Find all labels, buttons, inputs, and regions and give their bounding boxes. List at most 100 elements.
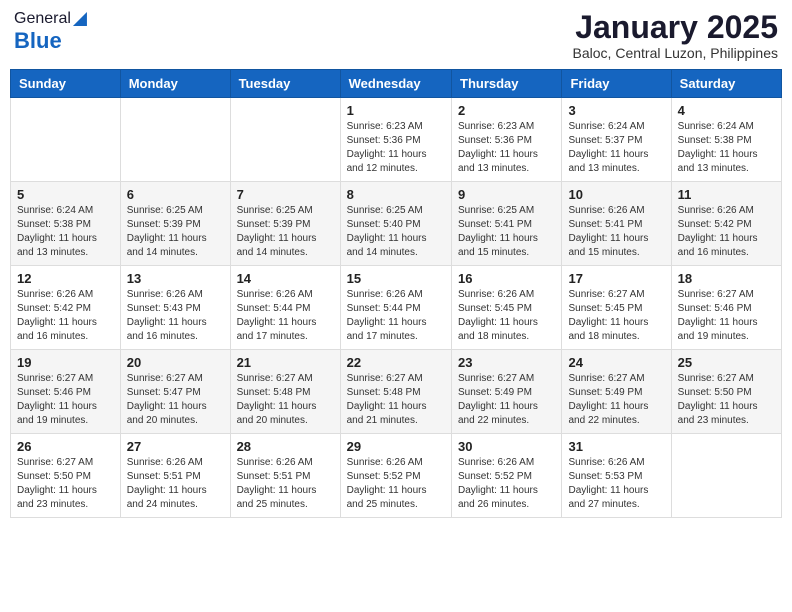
day-info: Sunrise: 6:27 AM Sunset: 5:48 PM Dayligh…	[347, 372, 445, 428]
day-info: Sunrise: 6:26 AM Sunset: 5:42 PM Dayligh…	[678, 204, 775, 260]
day-info: Sunrise: 6:27 AM Sunset: 5:49 PM Dayligh…	[458, 372, 555, 428]
calendar-cell: 25 Sunrise: 6:27 AM Sunset: 5:50 PM Dayli…	[671, 350, 781, 434]
calendar-cell	[120, 98, 230, 182]
calendar-cell: 24 Sunrise: 6:27 AM Sunset: 5:49 PM Dayli…	[562, 350, 671, 434]
calendar-table: SundayMondayTuesdayWednesdayThursdayFrid…	[10, 69, 782, 518]
calendar-cell: 3Sunrise: 6:24 AM Sunset: 5:37 PM Daylig…	[562, 98, 671, 182]
calendar-cell: 16 Sunrise: 6:26 AM Sunset: 5:45 PM Dayli…	[452, 266, 562, 350]
calendar-cell: 27 Sunrise: 6:26 AM Sunset: 5:51 PM Dayli…	[120, 434, 230, 518]
calendar-cell: 6 Sunrise: 6:25 AM Sunset: 5:39 PM Daylig…	[120, 182, 230, 266]
calendar-cell: 8 Sunrise: 6:25 AM Sunset: 5:40 PM Daylig…	[340, 182, 451, 266]
day-number: 3	[568, 103, 664, 118]
day-info: Sunrise: 6:24 AM Sunset: 5:38 PM Dayligh…	[17, 204, 114, 260]
day-number: 10	[568, 187, 664, 202]
day-number: 20	[127, 355, 224, 370]
calendar-week-row: 1 Sunrise: 6:23 AM Sunset: 5:36 PM Daylig…	[11, 98, 782, 182]
calendar-cell: 20 Sunrise: 6:27 AM Sunset: 5:47 PM Dayli…	[120, 350, 230, 434]
calendar-cell: 21 Sunrise: 6:27 AM Sunset: 5:48 PM Dayli…	[230, 350, 340, 434]
day-number: 4	[678, 103, 775, 118]
day-info: Sunrise: 6:27 AM Sunset: 5:48 PM Dayligh…	[237, 372, 334, 428]
day-info: Sunrise: 6:27 AM Sunset: 5:46 PM Dayligh…	[17, 372, 114, 428]
calendar-header-thursday: Thursday	[452, 70, 562, 98]
day-info: Sunrise: 6:23 AM Sunset: 5:36 PM Dayligh…	[347, 120, 445, 176]
page-subtitle: Baloc, Central Luzon, Philippines	[573, 45, 778, 61]
day-number: 31	[568, 439, 664, 454]
calendar-cell: 15Sunrise: 6:26 AM Sunset: 5:44 PM Dayli…	[340, 266, 451, 350]
calendar-header-row: SundayMondayTuesdayWednesdayThursdayFrid…	[11, 70, 782, 98]
calendar-cell: 28 Sunrise: 6:26 AM Sunset: 5:51 PM Dayli…	[230, 434, 340, 518]
calendar-cell: 1 Sunrise: 6:23 AM Sunset: 5:36 PM Daylig…	[340, 98, 451, 182]
day-info: Sunrise: 6:27 AM Sunset: 5:45 PM Dayligh…	[568, 288, 664, 344]
logo-general-text: General	[14, 10, 71, 28]
day-number: 1	[347, 103, 445, 118]
day-number: 13	[127, 271, 224, 286]
day-info: Sunrise: 6:26 AM Sunset: 5:42 PM Dayligh…	[17, 288, 114, 344]
day-info: Sunrise: 6:26 AM Sunset: 5:51 PM Dayligh…	[127, 456, 224, 512]
day-number: 17	[568, 271, 664, 286]
calendar-cell: 2Sunrise: 6:23 AM Sunset: 5:36 PM Daylig…	[452, 98, 562, 182]
calendar-cell: 31 Sunrise: 6:26 AM Sunset: 5:53 PM Dayli…	[562, 434, 671, 518]
day-info: Sunrise: 6:26 AM Sunset: 5:44 PM Dayligh…	[237, 288, 334, 344]
calendar-cell: 9Sunrise: 6:25 AM Sunset: 5:41 PM Daylig…	[452, 182, 562, 266]
day-number: 16	[458, 271, 555, 286]
day-info: Sunrise: 6:25 AM Sunset: 5:40 PM Dayligh…	[347, 204, 445, 260]
logo-blue-text: Blue	[14, 28, 62, 54]
calendar-cell: 10 Sunrise: 6:26 AM Sunset: 5:41 PM Dayli…	[562, 182, 671, 266]
day-info: Sunrise: 6:27 AM Sunset: 5:50 PM Dayligh…	[678, 372, 775, 428]
day-number: 2	[458, 103, 555, 118]
calendar-header-friday: Friday	[562, 70, 671, 98]
day-number: 22	[347, 355, 445, 370]
page-title: January 2025	[573, 10, 778, 45]
day-info: Sunrise: 6:26 AM Sunset: 5:53 PM Dayligh…	[568, 456, 664, 512]
day-info: Sunrise: 6:26 AM Sunset: 5:45 PM Dayligh…	[458, 288, 555, 344]
day-info: Sunrise: 6:27 AM Sunset: 5:50 PM Dayligh…	[17, 456, 114, 512]
day-info: Sunrise: 6:26 AM Sunset: 5:41 PM Dayligh…	[568, 204, 664, 260]
calendar-cell: 5 Sunrise: 6:24 AM Sunset: 5:38 PM Daylig…	[11, 182, 121, 266]
day-number: 15	[347, 271, 445, 286]
logo: General Blue	[14, 10, 87, 54]
calendar-week-row: 5 Sunrise: 6:24 AM Sunset: 5:38 PM Daylig…	[11, 182, 782, 266]
day-info: Sunrise: 6:25 AM Sunset: 5:39 PM Dayligh…	[237, 204, 334, 260]
calendar-header-sunday: Sunday	[11, 70, 121, 98]
calendar-cell	[230, 98, 340, 182]
calendar-cell: 17 Sunrise: 6:27 AM Sunset: 5:45 PM Dayli…	[562, 266, 671, 350]
day-number: 23	[458, 355, 555, 370]
day-number: 18	[678, 271, 775, 286]
day-number: 27	[127, 439, 224, 454]
day-info: Sunrise: 6:26 AM Sunset: 5:51 PM Dayligh…	[237, 456, 334, 512]
title-block: January 2025 Baloc, Central Luzon, Phili…	[573, 10, 778, 61]
day-number: 5	[17, 187, 114, 202]
day-number: 7	[237, 187, 334, 202]
day-number: 24	[568, 355, 664, 370]
day-number: 29	[347, 439, 445, 454]
day-number: 9	[458, 187, 555, 202]
calendar-cell: 26 Sunrise: 6:27 AM Sunset: 5:50 PM Dayli…	[11, 434, 121, 518]
day-number: 14	[237, 271, 334, 286]
logo-triangle-icon	[73, 12, 87, 26]
day-number: 8	[347, 187, 445, 202]
day-number: 28	[237, 439, 334, 454]
day-number: 11	[678, 187, 775, 202]
day-number: 26	[17, 439, 114, 454]
calendar-week-row: 12Sunrise: 6:26 AM Sunset: 5:42 PM Dayli…	[11, 266, 782, 350]
day-info: Sunrise: 6:25 AM Sunset: 5:39 PM Dayligh…	[127, 204, 224, 260]
calendar-week-row: 26 Sunrise: 6:27 AM Sunset: 5:50 PM Dayli…	[11, 434, 782, 518]
day-info: Sunrise: 6:27 AM Sunset: 5:47 PM Dayligh…	[127, 372, 224, 428]
day-number: 6	[127, 187, 224, 202]
day-number: 19	[17, 355, 114, 370]
calendar-header-saturday: Saturday	[671, 70, 781, 98]
day-info: Sunrise: 6:26 AM Sunset: 5:52 PM Dayligh…	[347, 456, 445, 512]
calendar-cell: 7 Sunrise: 6:25 AM Sunset: 5:39 PM Daylig…	[230, 182, 340, 266]
calendar-cell: 23 Sunrise: 6:27 AM Sunset: 5:49 PM Dayli…	[452, 350, 562, 434]
day-number: 25	[678, 355, 775, 370]
calendar-week-row: 19 Sunrise: 6:27 AM Sunset: 5:46 PM Dayli…	[11, 350, 782, 434]
calendar-cell: 13 Sunrise: 6:26 AM Sunset: 5:43 PM Dayli…	[120, 266, 230, 350]
calendar-cell: 18Sunrise: 6:27 AM Sunset: 5:46 PM Dayli…	[671, 266, 781, 350]
day-info: Sunrise: 6:26 AM Sunset: 5:43 PM Dayligh…	[127, 288, 224, 344]
calendar-cell: 29 Sunrise: 6:26 AM Sunset: 5:52 PM Dayli…	[340, 434, 451, 518]
day-number: 21	[237, 355, 334, 370]
calendar-header-monday: Monday	[120, 70, 230, 98]
day-info: Sunrise: 6:27 AM Sunset: 5:49 PM Dayligh…	[568, 372, 664, 428]
day-info: Sunrise: 6:24 AM Sunset: 5:38 PM Dayligh…	[678, 120, 775, 176]
calendar-cell: 19 Sunrise: 6:27 AM Sunset: 5:46 PM Dayli…	[11, 350, 121, 434]
